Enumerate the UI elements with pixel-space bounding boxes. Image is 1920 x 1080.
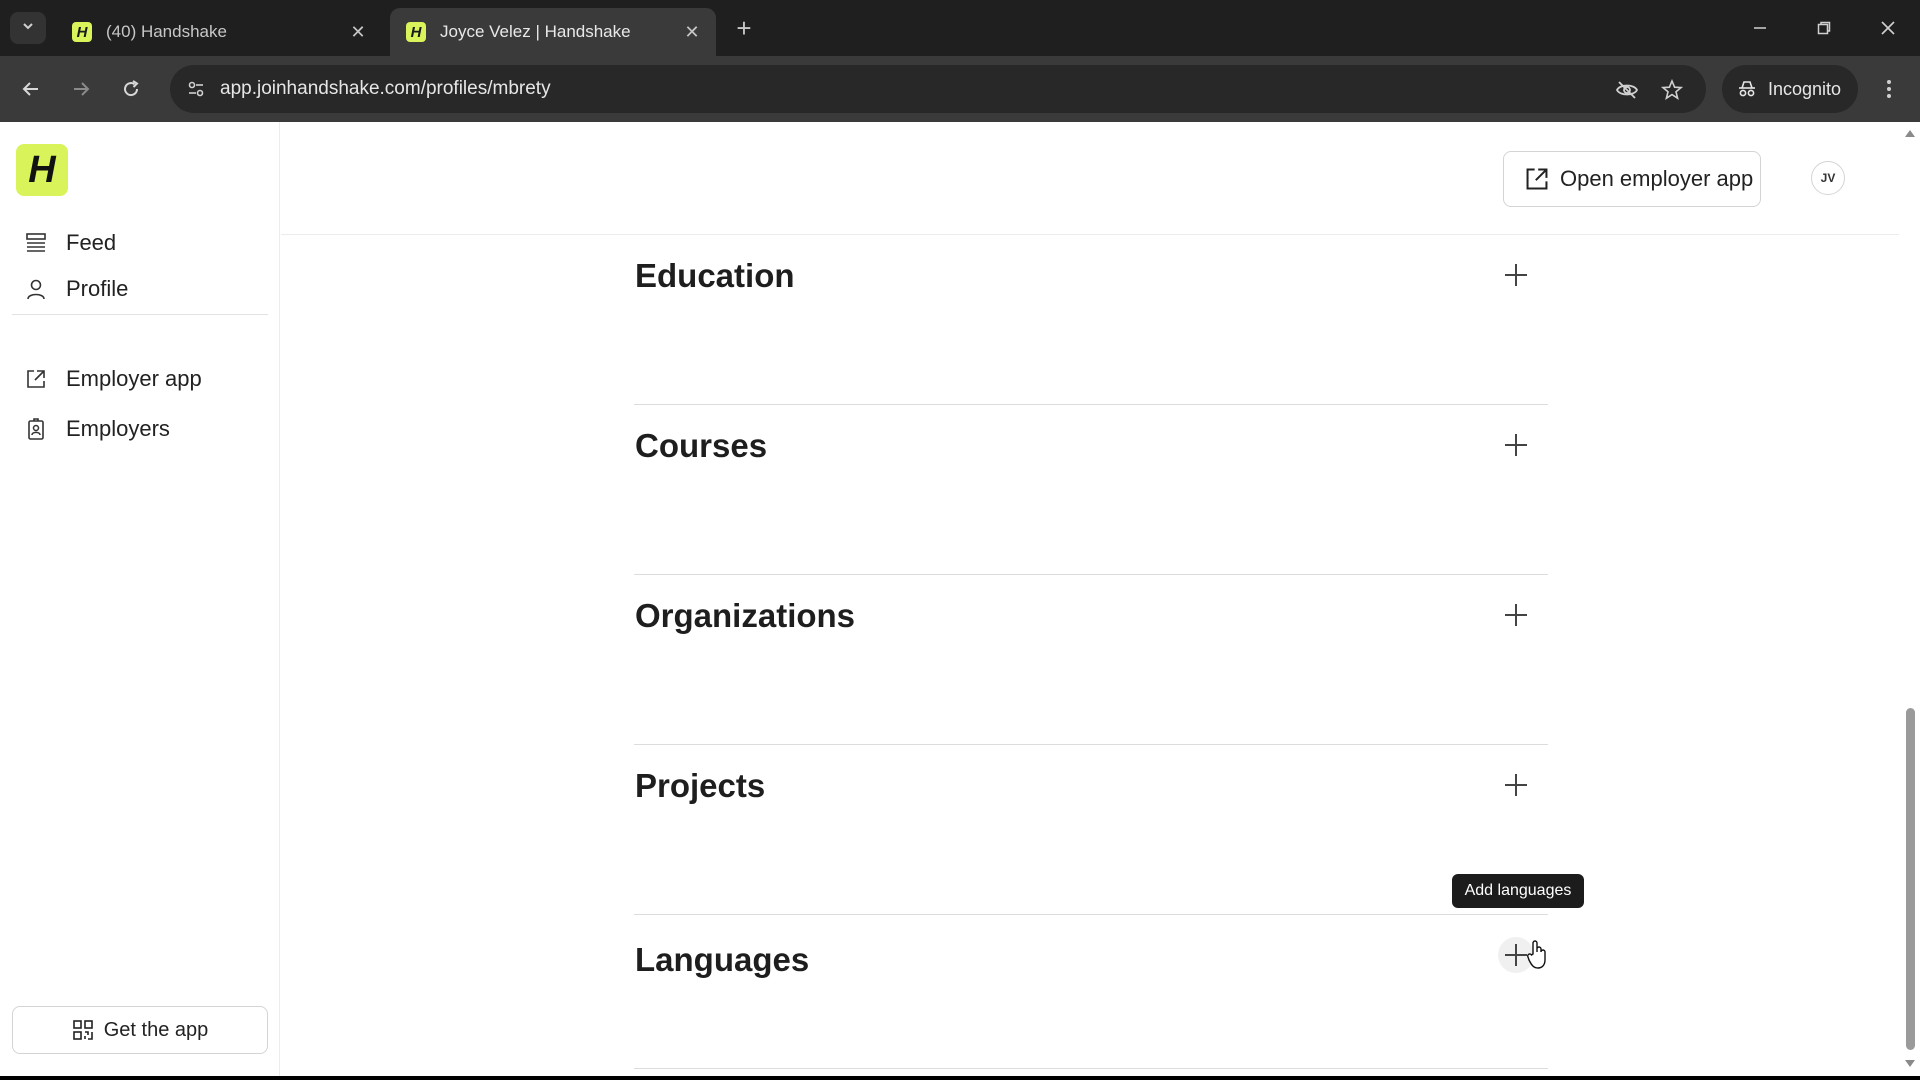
plus-icon xyxy=(1505,434,1527,456)
page-scrollbar[interactable] xyxy=(1900,122,1920,1076)
site-info-button[interactable] xyxy=(182,75,210,103)
new-tab-button[interactable]: + xyxy=(726,12,762,44)
scroll-down-icon[interactable] xyxy=(1905,1060,1915,1067)
browser-tab-active[interactable]: H Joyce Velez | Handshake ✕ xyxy=(390,8,716,56)
section-courses: Courses xyxy=(634,405,1548,575)
plus-icon xyxy=(1505,264,1527,286)
avatar[interactable]: JV xyxy=(1811,161,1845,195)
add-courses-button[interactable] xyxy=(1498,427,1534,463)
minimize-button[interactable] xyxy=(1740,10,1780,46)
kebab-icon xyxy=(1887,80,1891,98)
section-organizations: Organizations xyxy=(634,575,1548,745)
section-languages: Languages xyxy=(634,919,1548,1069)
incognito-label: Incognito xyxy=(1768,78,1842,99)
browser-tab-bar: H (40) Handshake ✕ H Joyce Velez | Hands… xyxy=(0,0,1920,56)
sidebar-item-label: Employers xyxy=(66,416,170,441)
arrow-left-icon xyxy=(22,82,38,96)
browser-menu-button[interactable] xyxy=(1874,70,1904,108)
sidebar-item-label: Employer app xyxy=(66,366,202,391)
page-content: H Feed Profile Employer app Employers Ge… xyxy=(0,122,1920,1076)
get-the-app-label: Get the app xyxy=(103,1018,209,1041)
scroll-up-icon[interactable] xyxy=(1905,130,1915,137)
bookmark-button[interactable] xyxy=(1657,75,1687,105)
add-organizations-button[interactable] xyxy=(1498,597,1534,633)
incognito-icon xyxy=(1736,80,1758,98)
arrow-right-icon xyxy=(74,82,90,96)
eye-off-button[interactable] xyxy=(1612,75,1642,105)
close-icon[interactable]: ✕ xyxy=(682,22,702,43)
tab-title: (40) Handshake xyxy=(106,22,227,41)
section-projects: Projects xyxy=(634,745,1548,915)
external-link-icon xyxy=(24,367,48,391)
add-projects-button[interactable] xyxy=(1498,767,1534,803)
sidebar-item-label: Feed xyxy=(66,230,117,255)
browser-tab[interactable]: H (40) Handshake ✕ xyxy=(56,8,382,56)
chevron-down-icon xyxy=(21,19,35,38)
restore-button[interactable] xyxy=(1804,10,1844,46)
sidebar-item-profile[interactable]: Profile xyxy=(24,271,128,307)
sidebar-item-label: Profile xyxy=(66,276,129,301)
url-text[interactable]: app.joinhandshake.com/profiles/mbrety xyxy=(220,78,551,100)
sidebar-item-feed[interactable]: Feed xyxy=(24,225,116,261)
external-link-icon xyxy=(1524,166,1550,192)
back-button[interactable] xyxy=(12,70,50,108)
close-icon xyxy=(1881,21,1895,35)
handshake-favicon: H xyxy=(72,22,92,42)
forward-button[interactable] xyxy=(62,70,100,108)
eye-off-icon xyxy=(1615,81,1639,99)
minimize-icon xyxy=(1754,27,1766,29)
open-employer-app-label: Open employer app xyxy=(1560,166,1754,191)
plus-icon xyxy=(1505,604,1527,626)
add-education-button[interactable] xyxy=(1498,257,1534,293)
browser-toolbar: app.joinhandshake.com/profiles/mbrety In… xyxy=(0,56,1920,122)
tab-title: Joyce Velez | Handshake xyxy=(440,22,631,41)
badge-icon xyxy=(24,417,48,441)
handshake-logo[interactable]: H xyxy=(16,144,68,196)
window-close-button[interactable] xyxy=(1868,10,1908,46)
star-icon xyxy=(1661,79,1683,100)
reload-button[interactable] xyxy=(112,70,150,108)
tune-icon xyxy=(188,81,204,97)
hand-cursor-icon xyxy=(1526,940,1550,975)
section-title: Organizations xyxy=(635,597,856,634)
top-header: Open employer app JV xyxy=(281,122,1899,235)
handshake-favicon: H xyxy=(406,22,426,42)
sidebar-divider xyxy=(12,314,268,315)
tooltip: Add languages xyxy=(1452,874,1584,908)
incognito-indicator[interactable]: Incognito xyxy=(1722,65,1858,113)
plus-icon xyxy=(1505,774,1527,796)
feed-icon xyxy=(24,231,48,255)
section-title: Projects xyxy=(635,767,766,804)
get-the-app-button[interactable]: Get the app xyxy=(12,1006,268,1054)
scroll-thumb[interactable] xyxy=(1906,708,1915,1050)
section-title: Languages xyxy=(635,941,810,978)
open-employer-app-button[interactable]: Open employer app xyxy=(1503,151,1761,207)
tab-search-button[interactable] xyxy=(10,12,46,44)
person-icon xyxy=(24,277,48,301)
sidebar: H Feed Profile Employer app Employers Ge… xyxy=(0,122,280,1076)
reload-icon xyxy=(124,80,139,97)
section-education: Education xyxy=(634,235,1548,405)
qr-code-icon xyxy=(72,1019,94,1041)
section-title: Courses xyxy=(635,427,768,464)
plus-icon: + xyxy=(736,12,752,43)
restore-icon xyxy=(1817,21,1831,35)
sidebar-item-employer-app[interactable]: Employer app xyxy=(24,361,202,397)
sidebar-item-employers[interactable]: Employers xyxy=(24,411,170,447)
section-title: Education xyxy=(635,257,795,294)
close-icon[interactable]: ✕ xyxy=(348,22,368,43)
address-bar[interactable]: app.joinhandshake.com/profiles/mbrety xyxy=(170,65,1706,113)
